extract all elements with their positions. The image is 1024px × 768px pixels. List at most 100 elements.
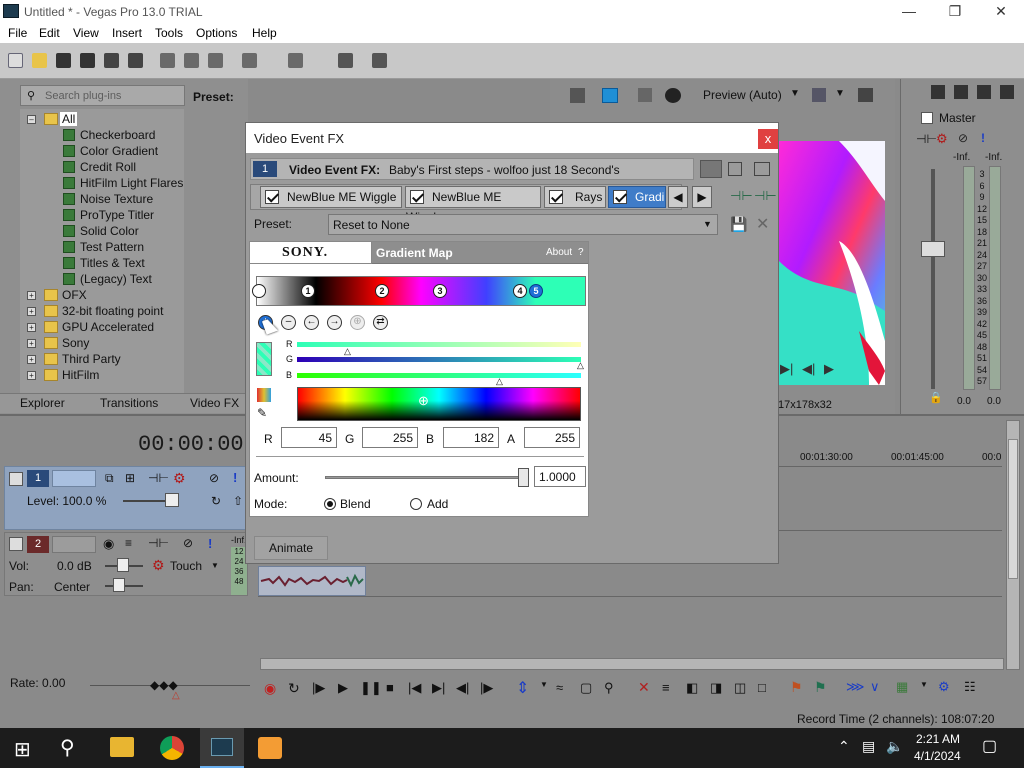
- solo-icon[interactable]: !: [233, 470, 237, 485]
- r-input[interactable]: 45: [281, 427, 337, 448]
- zoom-tool-icon[interactable]: ⚲: [604, 680, 614, 696]
- level-slider-thumb[interactable]: [165, 493, 179, 507]
- search-icon[interactable]: ⚲: [60, 735, 75, 760]
- snap-icon[interactable]: [338, 53, 353, 68]
- envelope-tool-icon[interactable]: ≈: [556, 680, 563, 695]
- split-icon[interactable]: ◫: [734, 680, 746, 696]
- menu-file[interactable]: File: [8, 26, 27, 40]
- auto-crossfade-icon[interactable]: ∨: [870, 679, 880, 695]
- bus-fx-icon[interactable]: [931, 85, 945, 99]
- save-icon[interactable]: [56, 53, 71, 68]
- gradient-stop-0[interactable]: [252, 284, 266, 298]
- chevron-down-icon[interactable]: ▼: [211, 561, 219, 570]
- fx-chain-icon[interactable]: ⊣⊢: [730, 188, 753, 204]
- maximize-button[interactable]: ❐: [932, 0, 978, 24]
- delete-preset-icon[interactable]: ✕: [756, 214, 769, 234]
- r-slider-thumb[interactable]: △: [344, 346, 351, 357]
- clock-date[interactable]: 4/1/2024: [914, 749, 961, 763]
- open-icon[interactable]: [32, 53, 47, 68]
- next-frame-icon[interactable]: ▶|: [780, 361, 793, 377]
- gradient-stop[interactable]: 2: [375, 284, 389, 298]
- help-link[interactable]: ?: [578, 247, 584, 258]
- grid-view-icon[interactable]: [728, 162, 742, 176]
- lock-icon[interactable]: 🔒: [929, 391, 943, 404]
- b-slider-thumb[interactable]: △: [496, 376, 503, 387]
- plugin-item[interactable]: Color Gradient: [80, 144, 158, 160]
- trim-icon[interactable]: ≡: [662, 680, 670, 695]
- track-name-field[interactable]: [52, 536, 96, 553]
- b-input[interactable]: 182: [443, 427, 499, 448]
- r-slider[interactable]: [297, 342, 581, 347]
- delete-icon[interactable]: ✕: [638, 679, 650, 696]
- ignore-grouping-icon[interactable]: ☷: [964, 679, 976, 695]
- checkbox-icon[interactable]: [410, 190, 424, 204]
- stop-icon[interactable]: ■: [386, 680, 394, 695]
- mute-icon[interactable]: ⊘: [183, 536, 193, 550]
- plugin-item[interactable]: (Legacy) Text: [80, 272, 152, 288]
- remove-stop-icon[interactable]: –: [281, 315, 296, 330]
- minimize-button[interactable]: —: [886, 0, 932, 24]
- a-input[interactable]: 255: [524, 427, 580, 448]
- gradient-stop[interactable]: 4: [513, 284, 527, 298]
- expand-icon[interactable]: +: [27, 291, 36, 300]
- track-header-audio[interactable]: 2 ◉ ≡ ⊣⊢ ⊘ ! Vol: 0.0 dB ⚙ Touch ▼ Pan: …: [4, 532, 248, 596]
- automation-icon[interactable]: ↻: [211, 494, 221, 508]
- g-slider[interactable]: [297, 357, 581, 362]
- chain-next-button[interactable]: ▶: [692, 186, 712, 208]
- plugin-item[interactable]: Checkerboard: [80, 128, 155, 144]
- prev-frame-icon[interactable]: ◀|: [802, 361, 815, 377]
- mute-icon[interactable]: ⊘: [209, 471, 219, 485]
- auto-ripple-icon[interactable]: ⋙: [846, 679, 865, 695]
- track-header-video[interactable]: 1 ⧉ ⊞ ⊣⊢ ⚙ ⊘ ! Level: 100.0 % ↻ ⇧: [4, 466, 248, 530]
- bus-settings-icon[interactable]: [954, 85, 968, 99]
- save-as-icon[interactable]: [80, 53, 95, 68]
- chain-view-icon[interactable]: [700, 160, 722, 178]
- tree-root[interactable]: All: [60, 112, 78, 126]
- network-icon[interactable]: ▤: [862, 738, 875, 755]
- vegas-taskbar-button[interactable]: [200, 728, 244, 768]
- pause-icon[interactable]: ❚❚: [360, 680, 382, 696]
- bus-meter-icon[interactable]: [1000, 85, 1014, 99]
- remove-fx-icon[interactable]: ⊣⊢: [754, 188, 777, 204]
- plugin-item[interactable]: Test Pattern: [80, 240, 144, 256]
- collapse-icon[interactable]: –: [27, 115, 36, 124]
- edit-tool-icon[interactable]: ⇕: [516, 678, 529, 698]
- scroll-thumb[interactable]: [1008, 439, 1018, 579]
- distribute-icon[interactable]: ⊕: [350, 315, 365, 330]
- solo-icon[interactable]: !: [981, 131, 985, 145]
- plugin-item[interactable]: Solid Color: [80, 224, 139, 240]
- amount-slider-thumb[interactable]: [518, 468, 529, 487]
- overlays-icon[interactable]: [665, 88, 681, 103]
- windows-start-icon[interactable]: ⊞: [14, 737, 31, 762]
- play-icon[interactable]: ▶: [338, 680, 348, 696]
- chain-plugin[interactable]: NewBlue ME Wiggle: [260, 186, 402, 208]
- gear-icon[interactable]: ⚙: [152, 557, 165, 574]
- tab-explorer[interactable]: Explorer: [20, 396, 65, 414]
- fx-chain-icon[interactable]: ⊣⊢: [148, 471, 169, 485]
- mode-blend-radio[interactable]: [324, 498, 336, 510]
- bus-mute-icon[interactable]: [977, 85, 991, 99]
- plugin-item[interactable]: HitFilm Light Flares: [80, 176, 183, 192]
- copy-icon[interactable]: [184, 53, 199, 68]
- master-fader[interactable]: [921, 241, 945, 257]
- volume-icon[interactable]: 🔈: [886, 738, 903, 755]
- render-icon[interactable]: [104, 53, 119, 68]
- move-stop-left-icon[interactable]: ←: [304, 315, 319, 330]
- record-arm-icon[interactable]: ◉: [103, 536, 114, 552]
- collapse-track-icon[interactable]: [9, 537, 23, 551]
- plugin-search[interactable]: ⚲ Search plug-ins: [20, 85, 185, 106]
- checkbox-icon[interactable]: [613, 190, 627, 204]
- plugin-item[interactable]: Noise Texture: [80, 192, 153, 208]
- checkbox-icon[interactable]: [549, 190, 563, 204]
- region-insert-icon[interactable]: ⚑: [814, 679, 827, 696]
- expand-icon[interactable]: +: [27, 339, 36, 348]
- cut-icon[interactable]: [160, 53, 175, 68]
- expand-icon[interactable]: +: [27, 307, 36, 316]
- folder-item[interactable]: HitFilm: [62, 368, 99, 382]
- tab-video-fx[interactable]: Video FX: [190, 396, 239, 414]
- plugin-item[interactable]: Credit Roll: [80, 160, 136, 176]
- expand-icon[interactable]: +: [27, 323, 36, 332]
- split-screen-icon[interactable]: [638, 88, 652, 102]
- properties-icon[interactable]: [128, 53, 143, 68]
- chain-plugin[interactable]: NewBlue ME Wiggle: [405, 186, 541, 224]
